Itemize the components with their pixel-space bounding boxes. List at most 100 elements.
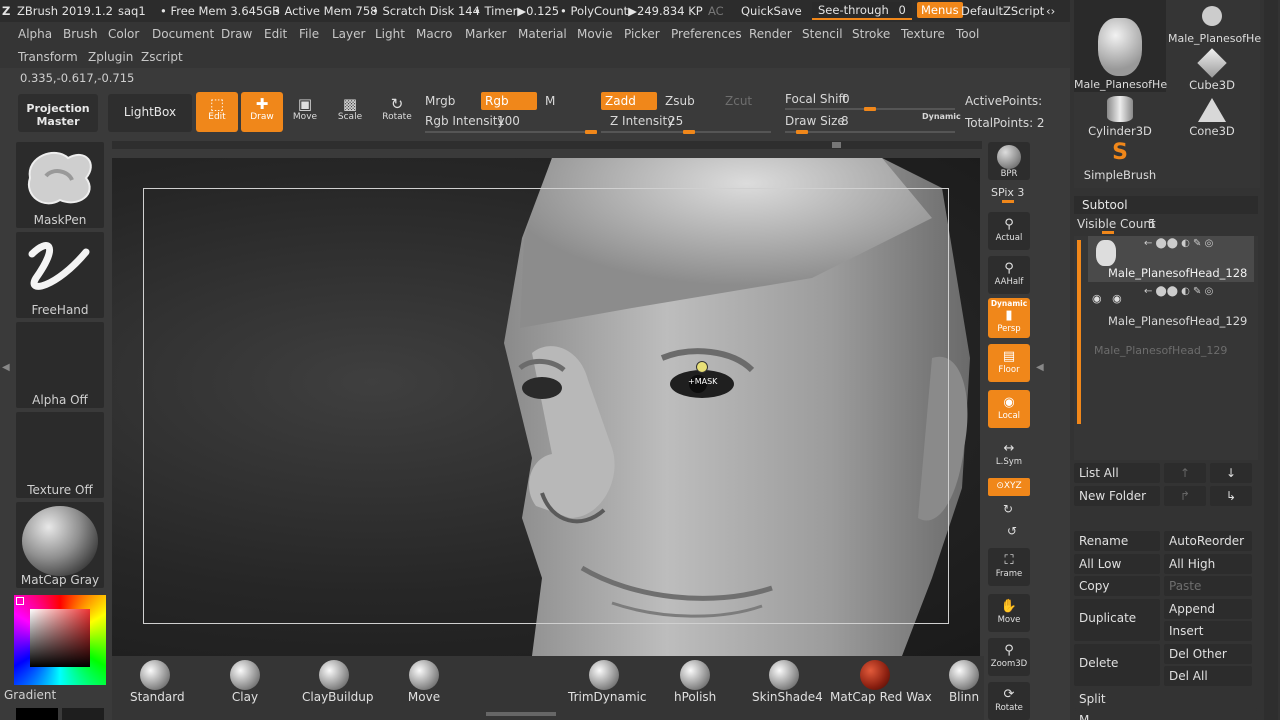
scale-button[interactable]: ▩ Scale <box>329 92 371 132</box>
insert-button[interactable]: Insert <box>1164 621 1252 641</box>
subtool-row-2-icons[interactable]: ← ⬤⬤ ◐ ✎ ◎ <box>1144 286 1213 297</box>
menu-movie[interactable]: Movie <box>577 27 613 41</box>
bpr-button[interactable]: BPR <box>988 142 1030 180</box>
actual-button[interactable]: ⚲ Actual <box>988 212 1030 250</box>
subtool-row-2[interactable]: ◉ ◉ ← ⬤⬤ ◐ ✎ ◎ Male_PlanesofHead_129 <box>1088 284 1254 330</box>
menu-document[interactable]: Document <box>152 27 214 41</box>
brush-trimdynamic[interactable]: TrimDynamic <box>568 660 646 704</box>
viewport-scrollbar[interactable] <box>112 141 982 149</box>
tool-male-head-2[interactable]: Male_PlanesofHe <box>1166 0 1261 48</box>
menu-layer[interactable]: Layer <box>332 27 365 41</box>
subtool-row-selected[interactable]: ← ⬤⬤ ◐ ✎ ◎ Male_PlanesofHead_128 <box>1088 236 1254 282</box>
new-folder-button[interactable]: New Folder <box>1074 486 1160 506</box>
menu-stroke[interactable]: Stroke <box>852 27 890 41</box>
dynamic-toggle[interactable]: Dynamic <box>922 112 961 121</box>
xyz-button[interactable]: ⊙XYZ <box>988 478 1030 496</box>
m-button[interactable]: M <box>545 94 555 108</box>
subtool-visibility-icons[interactable]: ← ⬤⬤ ◐ ✎ ◎ <box>1144 238 1213 249</box>
menu-tool[interactable]: Tool <box>956 27 979 41</box>
canvas-viewport[interactable]: +MASK <box>112 158 980 656</box>
folder-move-button[interactable]: ↱ <box>1164 486 1206 506</box>
menu-edit[interactable]: Edit <box>264 27 287 41</box>
rgb-intensity-slider[interactable] <box>425 131 597 133</box>
panel-scrollbar[interactable] <box>1264 0 1278 720</box>
draw-size-slider[interactable] <box>785 131 955 133</box>
list-all-button[interactable]: List All <box>1074 463 1160 483</box>
del-other-button[interactable]: Del Other <box>1164 644 1252 664</box>
menu-marker[interactable]: Marker <box>465 27 506 41</box>
rgb-button[interactable]: Rgb <box>481 92 537 110</box>
menu-preferences[interactable]: Preferences <box>671 27 742 41</box>
menu-macro[interactable]: Macro <box>416 27 452 41</box>
floor-button[interactable]: ▤ Floor <box>988 344 1030 382</box>
default-zscript[interactable]: DefaultZScript <box>961 4 1044 18</box>
arrows-icon[interactable]: ‹› <box>1046 4 1055 18</box>
color-picker[interactable] <box>14 595 106 685</box>
arrow-down-button[interactable]: ↓ <box>1210 463 1252 483</box>
menu-zscript[interactable]: Zscript <box>141 50 183 64</box>
all-low-button[interactable]: All Low <box>1074 554 1160 574</box>
main-color-swatch[interactable] <box>16 708 58 720</box>
brush-matcap-red-wax[interactable]: MatCap Red Wax <box>830 660 932 704</box>
draw-button[interactable]: ✚ Draw <box>241 92 283 132</box>
menus-button[interactable]: Menus <box>917 2 963 18</box>
menu-transform[interactable]: Transform <box>18 50 78 64</box>
duplicate-button[interactable]: Duplicate <box>1074 599 1160 641</box>
color-saturation-square[interactable] <box>30 609 90 667</box>
next-section[interactable]: M... <box>1074 710 1258 720</box>
mrgb-button[interactable]: Mrgb <box>425 94 455 108</box>
brush-standard[interactable]: Standard <box>130 660 185 704</box>
brush-hpolish[interactable]: hPolish <box>674 660 716 704</box>
delete-button[interactable]: Delete <box>1074 644 1160 686</box>
quicksave-button[interactable]: QuickSave <box>741 4 802 18</box>
menu-light[interactable]: Light <box>375 27 405 41</box>
tool-cone3d[interactable]: Cone3D <box>1166 94 1258 138</box>
visible-count-handle[interactable] <box>1102 231 1114 234</box>
menu-stencil[interactable]: Stencil <box>802 27 843 41</box>
subtool-scrollbar[interactable] <box>1077 240 1081 424</box>
tool-cube3d[interactable]: Cube3D <box>1166 48 1258 92</box>
aahalf-button[interactable]: ⚲ AAHalf <box>988 256 1030 294</box>
draw-size-handle[interactable] <box>796 130 808 134</box>
brush-clay[interactable]: Clay <box>225 660 265 704</box>
menu-brush[interactable]: Brush <box>63 27 98 41</box>
edit-button[interactable]: ⬚ Edit <box>196 92 238 132</box>
autoreorder-button[interactable]: AutoReorder <box>1164 531 1252 551</box>
copy-button[interactable]: Copy <box>1074 576 1160 596</box>
menu-file[interactable]: File <box>299 27 319 41</box>
menu-material[interactable]: Material <box>518 27 567 41</box>
brush-blinn[interactable]: Blinn <box>946 660 982 704</box>
zadd-button[interactable]: Zadd <box>601 92 657 110</box>
frame-button[interactable]: ⛶ Frame <box>988 548 1030 586</box>
persp-button[interactable]: Dynamic ▮ Persp <box>988 298 1030 338</box>
rotate-y-icon[interactable]: ↻ <box>1003 502 1013 516</box>
all-high-button[interactable]: All High <box>1164 554 1252 574</box>
append-button[interactable]: Append <box>1164 599 1252 619</box>
see-through-slider[interactable]: See-through 0 <box>812 2 912 20</box>
spix-slider[interactable]: SPix 3 <box>991 186 1024 199</box>
secondary-color-swatch[interactable] <box>62 708 104 720</box>
menu-color[interactable]: Color <box>108 27 139 41</box>
menu-draw[interactable]: Draw <box>221 27 252 41</box>
brush-move[interactable]: Move <box>406 660 442 704</box>
bottom-scrollbar[interactable] <box>486 712 556 716</box>
viewport-scroll-thumb[interactable] <box>832 142 841 148</box>
tool-male-head-1[interactable]: Male_PlanesofHe <box>1074 0 1167 92</box>
subtool-row-3[interactable]: Male_PlanesofHead_129 <box>1088 334 1254 364</box>
menu-render[interactable]: Render <box>749 27 792 41</box>
folder-move-down-button[interactable]: ↳ <box>1210 486 1252 506</box>
rotate-z-icon[interactable]: ↺ <box>1007 524 1017 538</box>
menu-alpha[interactable]: Alpha <box>18 27 52 41</box>
brush-skinshade4[interactable]: SkinShade4 <box>752 660 823 704</box>
subtool-header[interactable]: Subtool <box>1074 196 1258 214</box>
spix-handle[interactable] <box>1002 200 1014 203</box>
zsub-button[interactable]: Zsub <box>665 94 695 108</box>
menu-zplugin[interactable]: Zplugin <box>88 50 133 64</box>
paste-button[interactable]: Paste <box>1164 576 1252 596</box>
right-tray-arrow-icon[interactable]: ◀ <box>1036 362 1044 373</box>
local-button[interactable]: ◉ Local <box>988 390 1030 428</box>
zcut-button[interactable]: Zcut <box>725 94 752 108</box>
brush-claybuildup[interactable]: ClayBuildup <box>302 660 374 704</box>
z-intensity-handle[interactable] <box>683 130 695 134</box>
del-all-button[interactable]: Del All <box>1164 666 1252 686</box>
